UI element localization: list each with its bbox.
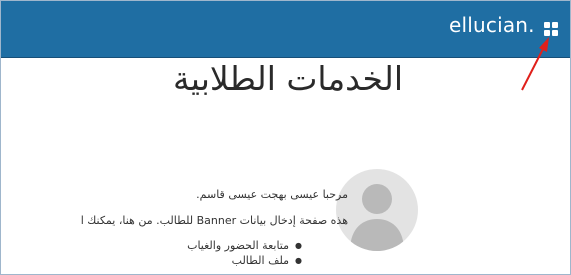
grid-menu-square-icon	[552, 22, 558, 28]
top-navigation-bar: ellucian.	[1, 1, 570, 58]
attendance-tracking-link[interactable]: متابعة الحضور والغياب	[187, 238, 302, 253]
grid-menu-square-icon	[552, 30, 558, 36]
grid-menu-square-icon	[544, 22, 550, 28]
grid-menu-icon[interactable]	[544, 22, 558, 36]
page-title: الخدمات الطلابية	[173, 59, 403, 98]
ellucian-logo: ellucian.	[449, 13, 535, 37]
default-user-avatar-icon	[336, 169, 418, 251]
page-description: هذه صفحة إدخال بيانات Banner للطالب. من …	[80, 214, 348, 227]
welcome-message: مرحبا عيسى بهجت عيسى قاسم.	[196, 188, 348, 201]
student-profile-link[interactable]: ملف الطالب	[187, 253, 302, 268]
grid-menu-square-icon	[544, 30, 550, 36]
student-services-links: متابعة الحضور والغياب ملف الطالب	[187, 238, 302, 268]
user-silhouette-icon	[350, 184, 404, 251]
browser-page-frame: ellucian. الخدمات الطلابية مرحبا عيسى به…	[0, 0, 571, 275]
